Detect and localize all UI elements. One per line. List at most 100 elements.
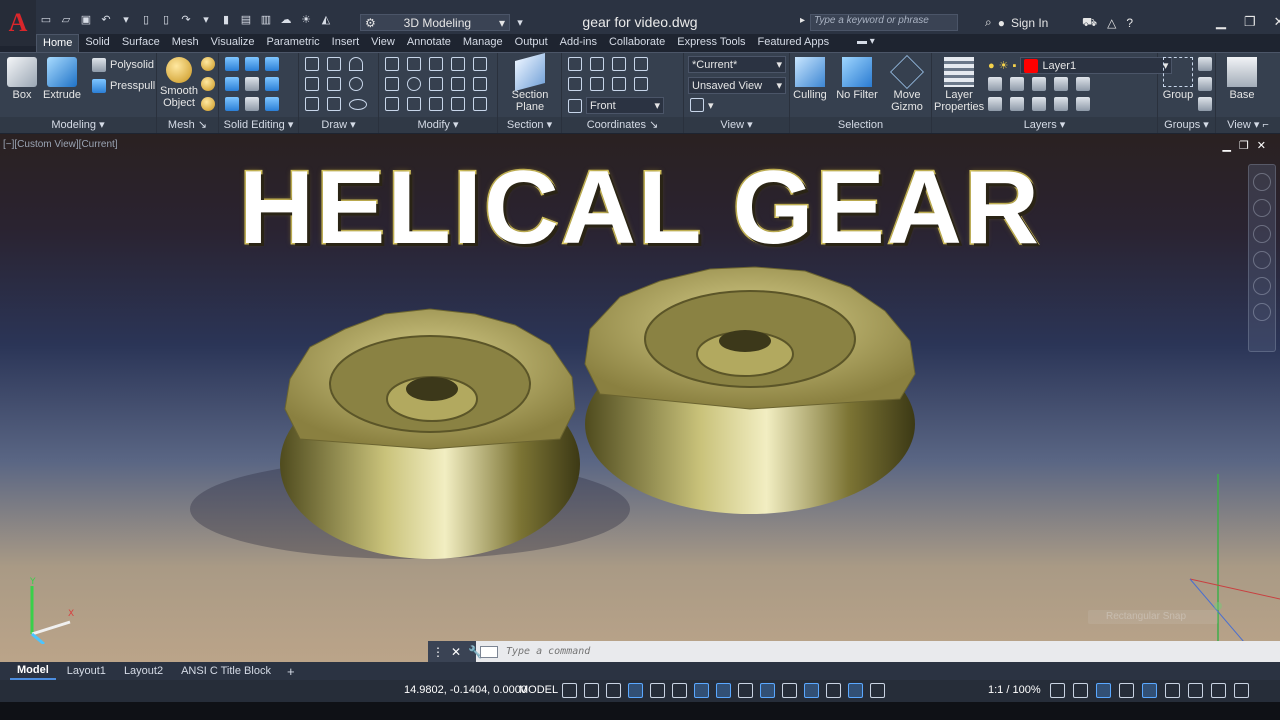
recent-commands-icon[interactable] [480,645,498,658]
tab-mesh[interactable]: Mesh [166,34,205,52]
lineweight-icon[interactable] [738,683,753,698]
binoculars-icon[interactable]: ⌕ [985,15,992,30]
rotate-3d-icon[interactable] [429,57,443,71]
clean-screen-icon[interactable] [1188,683,1203,698]
panel-title-groups[interactable]: Groups ▾ [1158,117,1215,133]
mesh-smooth-more-icon[interactable] [201,97,215,111]
isodraft-icon[interactable] [672,683,687,698]
panel-title-modeling[interactable]: Modeling ▾ [0,117,156,133]
tab-insert[interactable]: Insert [326,34,366,52]
dynamic-ucs-icon[interactable] [826,683,841,698]
array-icon[interactable] [473,57,487,71]
sign-in-link[interactable]: Sign In [1011,16,1048,30]
group-edit-icon[interactable] [1198,77,1212,91]
polysolid-button[interactable]: Polysolid [92,58,154,72]
ucs-view-icon[interactable] [612,77,626,91]
rotate-icon[interactable] [407,77,421,91]
orbit-icon[interactable] [1253,199,1271,217]
make-current-icon[interactable] [988,77,1002,91]
redo-dropdown-icon[interactable]: ▾ [198,12,214,26]
lightbulb-icon[interactable]: ● [988,60,995,72]
hardware-acceleration-icon[interactable] [1165,683,1180,698]
auto-scale-icon[interactable] [870,683,885,698]
chevron-right-icon[interactable]: ▸ [800,15,805,26]
stretch-icon[interactable] [451,97,465,111]
print-icon[interactable]: ▤ [238,12,254,26]
search-input[interactable]: Type a keyword or phrase [810,14,958,31]
match-layer-icon[interactable] [1010,77,1024,91]
showmotion-icon[interactable] [1253,303,1271,321]
ucs-origin-icon[interactable] [612,57,626,71]
copy-icon[interactable]: ▯ [138,12,154,26]
layer-properties-button[interactable]: Layer Properties [934,57,984,113]
layer-lock-icon[interactable] [1032,97,1046,111]
cloud-icon[interactable]: ☁ [278,12,294,26]
ucs-icon[interactable] [568,57,582,71]
slice-icon[interactable] [245,77,259,91]
panel-title-section[interactable]: Section ▾ [498,117,561,133]
offset-icon[interactable] [473,77,487,91]
tab-parametric[interactable]: Parametric [260,34,325,52]
base-view-button[interactable]: Base [1222,57,1262,101]
polygon-icon[interactable] [305,97,319,111]
intersect-icon[interactable] [265,57,279,71]
arc-icon[interactable] [349,57,363,71]
sign-in-area[interactable]: ⌕ ● Sign In [985,15,1048,30]
extract-edges-icon[interactable] [225,97,239,111]
quick-properties-icon[interactable] [1119,683,1134,698]
snap-mode-icon[interactable] [584,683,599,698]
save-icon[interactable]: ▣ [78,12,94,26]
grip-icon[interactable]: ⋮ [432,645,444,659]
tab-home[interactable]: Home [36,34,80,52]
panel-title-mesh[interactable]: Mesh ↘ [157,117,218,133]
no-filter-button[interactable]: No Filter [834,57,880,101]
pan-icon[interactable] [1253,225,1271,243]
tab-annotate[interactable]: Annotate [401,34,457,52]
move-gizmo-button[interactable]: Move Gizmo [886,55,928,113]
fullscreen-icon[interactable] [1234,683,1249,698]
sun-icon[interactable]: ☀ [298,12,314,26]
app-menu-button[interactable]: A [0,0,36,46]
scale-icon[interactable] [429,97,443,111]
tab-featured-apps[interactable]: Featured Apps [752,34,836,52]
isolate-objects-icon[interactable] [1142,683,1157,698]
panel-title-view[interactable]: View ▾ [684,117,789,133]
saved-view-dropdown[interactable]: Unsaved View ▾ [688,77,786,94]
tab-visualize[interactable]: Visualize [205,34,261,52]
culling-button[interactable]: Culling [790,57,830,101]
rectangle-icon[interactable] [327,97,341,111]
erase-icon[interactable] [385,97,399,111]
customize-qat-icon[interactable]: ▾ [512,15,528,29]
ribbon-display-toggle-icon[interactable]: ▬ ▾ [857,36,875,47]
open-folder-icon[interactable]: ▱ [58,12,74,26]
circle-icon[interactable] [349,77,363,91]
publish-icon[interactable]: ▥ [258,12,274,26]
add-layout-icon[interactable]: + [282,664,300,679]
panel-title-view-base[interactable]: View ▾ ⌐ [1216,117,1280,133]
steering-wheel-icon[interactable] [1253,173,1271,191]
ungroup-icon[interactable] [1198,57,1212,71]
subtract-icon[interactable] [245,57,259,71]
ribbon-close-icon[interactable]: ⌐ [1262,119,1268,131]
copy-icon[interactable] [385,77,399,91]
panel-title-draw[interactable]: Draw ▾ [299,117,378,133]
object-snap-tracking-icon[interactable] [694,683,709,698]
layer-previous-icon[interactable] [1032,77,1046,91]
tab-manage[interactable]: Manage [457,34,509,52]
move-3d-icon[interactable] [407,57,421,71]
ucs-object-icon[interactable] [590,77,604,91]
ortho-icon[interactable] [628,683,643,698]
section-plane-button[interactable]: Section Plane [510,52,550,113]
selection-cycling-icon[interactable] [782,683,797,698]
redo-icon[interactable]: ↷ [178,12,194,26]
tab-output[interactable]: Output [509,34,554,52]
object-snap-icon[interactable] [716,683,731,698]
tab-add-ins[interactable]: Add-ins [554,34,603,52]
viewport-config[interactable]: ▾ [690,98,714,112]
mesh-box-icon[interactable] [201,57,215,71]
thicken-icon[interactable] [265,77,279,91]
fillet-icon[interactable] [451,77,465,91]
smooth-object-button[interactable]: Smooth Object [159,57,199,109]
panel-title-modify[interactable]: Modify ▾ [379,117,497,133]
close-icon[interactable]: ✕ [1274,14,1280,30]
